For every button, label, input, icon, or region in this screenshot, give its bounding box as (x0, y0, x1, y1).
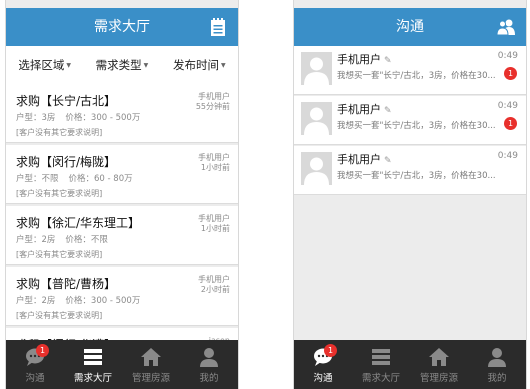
demand-hall-screen: 需求大厅 选择区域 ▼ 需求类型 ▼ 发布时间 ▼ 求购【长宁/古北】 户型：3房 价格… (5, 0, 239, 389)
pencil-icon: ✎ (384, 106, 392, 116)
demand-meta: 户型：3房 价格：300 - 500万 (16, 113, 141, 123)
caret-down-icon: ▼ (221, 61, 226, 69)
tab-label: 我的 (487, 373, 507, 384)
tab-label: 需求大厅 (73, 373, 112, 384)
chat-item[interactable]: 手机用户 ✎ 我想买一套"长宁/古北，3房，价格在30... 0:49 1 (294, 96, 526, 145)
demand-user: 手机用户 2小时前 (198, 275, 230, 294)
chat-name: 手机用户 ✎ (337, 53, 392, 66)
chat-item[interactable]: 手机用户 ✎ 我想买一套"长宁/古北，3房，价格在30... 0:49 1 (294, 46, 526, 95)
unread-badge: 1 (36, 344, 49, 357)
list-icon (84, 349, 102, 365)
tab-chat[interactable]: 1 沟通 (294, 340, 352, 389)
chat-name: 手机用户 ✎ (337, 153, 392, 166)
filter-area[interactable]: 选择区域 ▼ (6, 46, 83, 84)
title-bar: 沟通 (294, 8, 526, 46)
demand-card[interactable]: 求购【闵行/梅陇】 户型：不限 价格：60 - 80万 [客户没有其它要求说明] … (6, 145, 238, 204)
avatar-placeholder-icon (301, 102, 332, 135)
person-icon (200, 348, 218, 367)
chat-time: 0:49 (497, 51, 518, 61)
bottom-tab-bar: 1 沟通 需求大厅 管理房源 我的 (6, 340, 238, 389)
unread-badge: 1 (324, 344, 337, 357)
demand-title: 求购【长宁/古北】 (16, 94, 117, 108)
avatar-placeholder-icon (301, 52, 332, 85)
demand-meta: 户型：不限 价格：60 - 80万 (16, 174, 133, 184)
avatar-placeholder-icon (301, 152, 332, 185)
person-icon (488, 348, 506, 367)
house-icon (429, 348, 449, 366)
pencil-icon: ✎ (384, 156, 392, 166)
tab-demand-hall[interactable]: 需求大厅 (64, 340, 122, 389)
demand-note: [客户没有其它要求说明] (16, 250, 103, 259)
chat-time: 0:49 (497, 151, 518, 161)
tab-me[interactable]: 我的 (468, 340, 526, 389)
tab-label: 需求大厅 (361, 373, 400, 384)
unread-badge: 1 (504, 67, 517, 80)
tab-demand-hall[interactable]: 需求大厅 (352, 340, 410, 389)
tab-label: 管理房源 (131, 373, 170, 384)
list-icon (372, 349, 390, 365)
house-icon (141, 348, 161, 366)
demand-meta: 户型：2房 价格：300 - 500万 (16, 296, 141, 306)
chat-screen: 沟通 手机用户 ✎ 我想买一套"长宁/古北，3房，价格在30... 0:49 1 … (293, 0, 527, 389)
filter-type[interactable]: 需求类型 ▼ (83, 46, 160, 84)
chat-item[interactable]: 手机用户 ✎ 我想买一套"长宁/古北，3房，价格在30... 0:49 (294, 146, 526, 195)
demand-title: 求购【徐汇/华东理工】 (16, 216, 141, 230)
unread-badge: 1 (504, 117, 517, 130)
chat-message: 我想买一套"长宁/古北，3房，价格在30... (337, 71, 495, 81)
tab-label: 沟通 (313, 373, 333, 384)
notepad-icon[interactable] (208, 17, 228, 37)
chat-name: 手机用户 ✎ (337, 103, 392, 116)
tab-label: 我的 (199, 373, 219, 384)
pencil-icon: ✎ (384, 56, 392, 66)
demand-card[interactable]: 求购【徐汇/华东理工】 户型：2房 价格：不限 [客户没有其它要求说明] 手机用户… (6, 206, 238, 265)
filter-bar: 选择区域 ▼ 需求类型 ▼ 发布时间 ▼ (6, 46, 238, 85)
demand-user: 手机用户 1小时前 (198, 214, 230, 233)
demand-card[interactable]: 求购【长宁/古北】 户型：3房 价格：300 - 500万 [客户没有其它要求说明… (6, 84, 238, 143)
bottom-tab-bar: 1 沟通 需求大厅 管理房源 我的 (294, 340, 526, 389)
demand-note: [客户没有其它要求说明] (16, 128, 103, 137)
tab-manage-listings[interactable]: 管理房源 (122, 340, 180, 389)
page-title: 需求大厅 (94, 19, 150, 35)
demand-note: [客户没有其它要求说明] (16, 311, 103, 320)
demand-note: [客户没有其它要求说明] (16, 189, 103, 198)
chat-message: 我想买一套"长宁/古北，3房，价格在30... (337, 121, 495, 131)
chat-message: 我想买一套"长宁/古北，3房，价格在30... (337, 171, 495, 181)
demand-title: 求购【闵行/梅陇】 (16, 155, 117, 169)
tab-label: 管理房源 (419, 373, 458, 384)
demand-title: 求购【普陀/曹杨】 (16, 277, 117, 291)
caret-down-icon: ▼ (66, 61, 71, 69)
chat-time: 0:49 (497, 101, 518, 111)
demand-meta: 户型：2房 价格：不限 (16, 235, 108, 245)
filter-time[interactable]: 发布时间 ▼ (161, 46, 238, 84)
tab-chat[interactable]: 1 沟通 (6, 340, 64, 389)
page-title: 沟通 (396, 19, 424, 35)
title-bar: 需求大厅 (6, 8, 238, 46)
contacts-icon[interactable] (496, 17, 516, 37)
tab-manage-listings[interactable]: 管理房源 (410, 340, 468, 389)
caret-down-icon: ▼ (143, 61, 149, 69)
tab-me[interactable]: 我的 (180, 340, 238, 389)
demand-user: 手机用户 1小时前 (198, 153, 230, 172)
tab-label: 沟通 (25, 373, 45, 384)
demand-card[interactable]: 求购【普陀/曹杨】 户型：2房 价格：300 - 500万 [客户没有其它要求说明… (6, 267, 238, 326)
demand-user: 手机用户 55分钟前 (195, 92, 230, 111)
